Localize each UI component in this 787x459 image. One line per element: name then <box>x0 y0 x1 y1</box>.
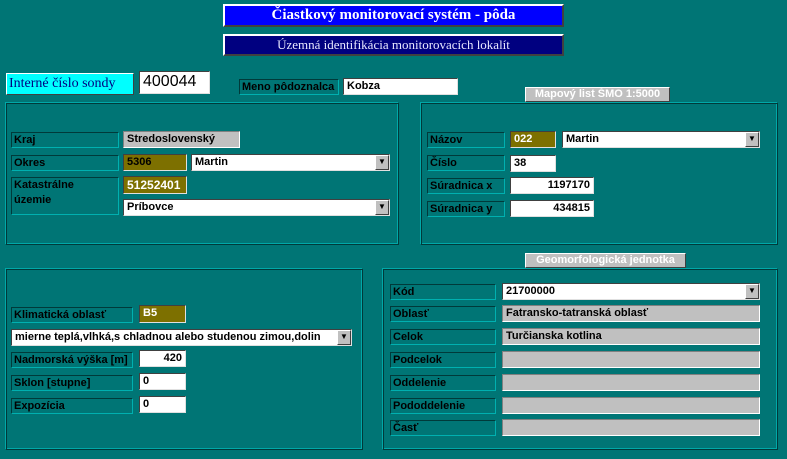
app-title: Čiastkový monitorovací systém - pôda <box>223 4 564 27</box>
altitude-field[interactable]: 420 <box>139 350 186 367</box>
altitude-label: Nadmorská výška [m] <box>11 352 133 368</box>
probe-number-field[interactable]: 400044 <box>139 71 210 94</box>
region-label: Kraj <box>11 132 119 148</box>
map-sheet-title: Mapový list ŠMO 1:5000 <box>525 87 670 102</box>
map-name-select-value: Martin <box>566 133 599 145</box>
geomorph-area-field: Fatransko-tatranská oblasť <box>502 305 760 322</box>
coordinate-y-field[interactable]: 434815 <box>510 200 594 217</box>
geomorph-code-select[interactable]: 21700000 ▼ <box>502 283 760 300</box>
cadastral-select-value: Príbovce <box>127 201 174 213</box>
chevron-down-icon[interactable]: ▼ <box>375 155 389 170</box>
chevron-down-icon[interactable]: ▼ <box>745 284 759 299</box>
geomorph-subsection-field <box>502 397 760 414</box>
map-name-select[interactable]: Martin ▼ <box>562 131 760 148</box>
geomorph-part-label: Časť <box>390 420 496 436</box>
geomorph-section-label: Oddelenie <box>390 375 496 391</box>
coordinate-x-field[interactable]: 1197170 <box>510 177 594 194</box>
climate-area-select[interactable]: mierne teplá,vlhká,s chladnou alebo stud… <box>11 329 352 346</box>
cadastral-label-line2: územie <box>14 194 52 206</box>
geomorph-subunit-field <box>502 351 760 368</box>
map-sheet-group <box>420 102 778 245</box>
exposure-field[interactable]: 0 <box>139 396 186 413</box>
slope-label: Sklon [stupne] <box>11 375 133 391</box>
app-subtitle: Územná identifikácia monitorovacích loka… <box>223 34 564 56</box>
coordinate-y-label: Súradnica y <box>427 201 505 217</box>
probe-number-label: Interné číslo sondy <box>6 73 134 95</box>
chevron-down-icon[interactable]: ▼ <box>745 132 759 147</box>
district-label: Okres <box>11 155 119 171</box>
geomorph-unit-field: Turčianska kotlina <box>502 328 760 345</box>
district-select-value: Martin <box>195 156 228 168</box>
geomorph-title: Geomorfologická jednotka <box>525 253 686 268</box>
map-number-field[interactable]: 38 <box>510 155 556 172</box>
cadastral-select[interactable]: Príbovce ▼ <box>123 199 390 216</box>
climate-area-code-field: B5 <box>139 305 186 323</box>
chevron-down-icon[interactable]: ▼ <box>337 330 351 345</box>
soil-expert-label: Meno pôdoznalca <box>239 79 339 95</box>
slope-field[interactable]: 0 <box>139 373 186 390</box>
geomorph-code-select-value: 21700000 <box>506 285 555 297</box>
climate-area-select-value: mierne teplá,vlhká,s chladnou alebo stud… <box>15 331 321 343</box>
region-field: Stredoslovenský <box>123 131 240 148</box>
map-number-label: Číslo <box>427 155 505 171</box>
cadastral-label-line1: Katastrálne <box>14 179 74 191</box>
exposure-label: Expozícia <box>11 398 133 414</box>
coordinate-x-label: Súradnica x <box>427 178 505 194</box>
geomorph-subunit-label: Podcelok <box>390 352 496 368</box>
cadastral-code-field: 51252401 <box>123 176 187 194</box>
admin-location-group <box>5 102 399 245</box>
map-name-code-field: 022 <box>510 131 556 148</box>
district-code-field: 5306 <box>123 154 187 171</box>
geomorph-code-label: Kód <box>390 284 496 300</box>
district-select[interactable]: Martin ▼ <box>191 154 390 171</box>
geomorph-subsection-label: Pododdelenie <box>390 398 496 414</box>
soil-expert-field[interactable]: Kobza <box>343 78 458 95</box>
chevron-down-icon[interactable]: ▼ <box>375 200 389 215</box>
geomorph-part-field <box>502 419 760 436</box>
climate-area-label: Klimatická oblasť <box>11 307 133 323</box>
geomorph-area-label: Oblasť <box>390 306 496 322</box>
geomorph-unit-label: Celok <box>390 329 496 345</box>
geomorph-section-field <box>502 374 760 391</box>
map-name-label: Názov <box>427 132 505 148</box>
cadastral-label: Katastrálne územie <box>11 177 119 215</box>
